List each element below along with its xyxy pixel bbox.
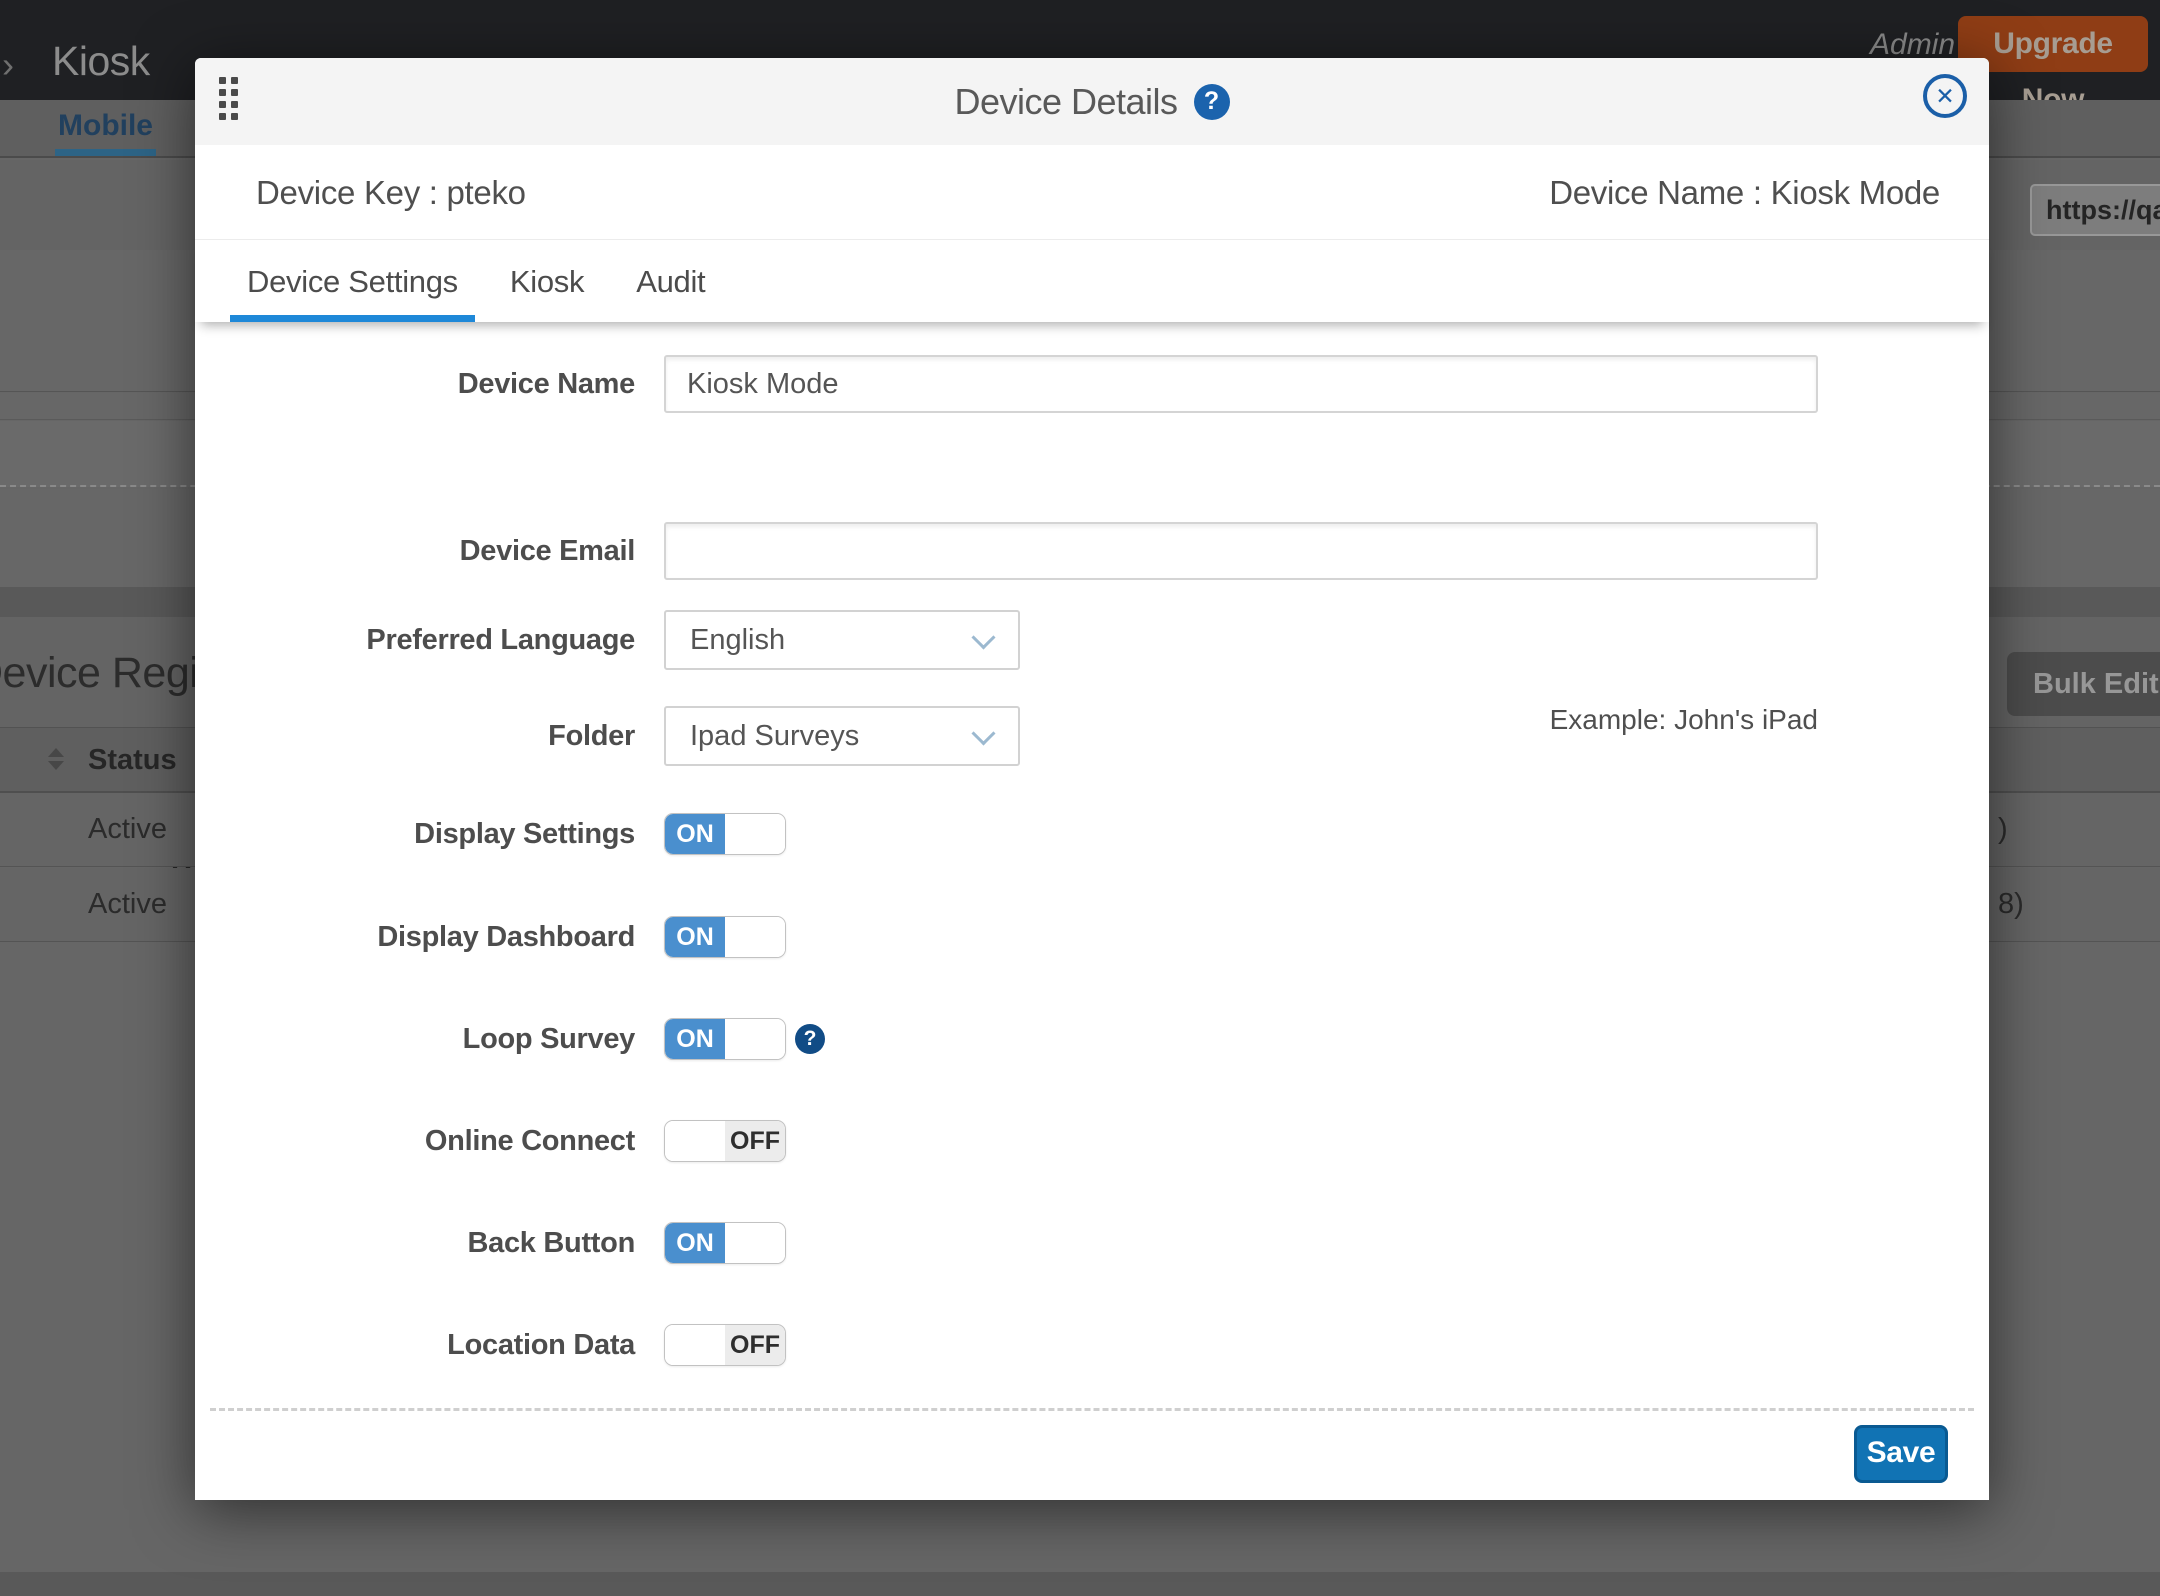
page-title: Kiosk: [52, 38, 150, 85]
device-details-modal: Device Details ? ✕ Device Key : pteko De…: [195, 58, 1989, 1500]
toggle-on-segment: ON: [665, 1019, 725, 1059]
toggle-off-segment: [725, 814, 785, 854]
close-icon[interactable]: ✕: [1923, 74, 1967, 118]
toggle-on-segment: [665, 1121, 725, 1161]
toggle-off-segment: [725, 917, 785, 957]
status-cell: Active: [88, 793, 167, 866]
toggle-on-segment: ON: [665, 814, 725, 854]
online-connect-toggle[interactable]: OFF: [664, 1120, 786, 1162]
loop-survey-help-icon[interactable]: ?: [795, 1024, 825, 1054]
toggle-off-segment: [725, 1223, 785, 1263]
clipped-cell-fragment: 8): [1998, 868, 2024, 941]
display-settings-toggle[interactable]: ON: [664, 813, 786, 855]
tab-audit[interactable]: Audit: [619, 240, 722, 322]
status-cell: Active: [88, 868, 167, 941]
bulk-edit-devices-button[interactable]: Bulk Edit Dev: [2007, 652, 2160, 716]
modal-tabs: Device Settings Kiosk Audit: [195, 240, 1989, 322]
save-button[interactable]: Save: [1854, 1425, 1948, 1483]
footer-strip: [0, 1572, 2160, 1596]
folder-label: Folder: [295, 706, 635, 766]
toggle-on-segment: ON: [665, 1223, 725, 1263]
tab-kiosk[interactable]: Kiosk: [493, 240, 601, 322]
preferred-language-label: Preferred Language: [295, 610, 635, 670]
location-data-toggle[interactable]: OFF: [664, 1324, 786, 1366]
toggle-on-segment: [665, 1325, 725, 1365]
device-name-text: Device Name : Kiosk Mode: [1549, 145, 1940, 240]
device-key-text: Device Key : pteko: [256, 145, 526, 240]
toggle-on-segment: ON: [665, 917, 725, 957]
kiosk-url-field[interactable]: [2030, 184, 2160, 236]
folder-select[interactable]: Ipad Surveys: [664, 706, 1020, 766]
toggle-off-segment: OFF: [725, 1121, 785, 1161]
display-dashboard-label: Display Dashboard: [295, 916, 635, 958]
online-connect-label: Online Connect: [295, 1120, 635, 1162]
display-settings-label: Display Settings: [295, 813, 635, 855]
tab-mobile[interactable]: Mobile: [55, 100, 156, 156]
device-name-input[interactable]: [664, 355, 1818, 413]
help-icon[interactable]: ?: [1194, 84, 1230, 120]
device-key-row: Device Key : pteko Device Name : Kiosk M…: [195, 145, 1989, 240]
loop-survey-toggle[interactable]: ON: [664, 1018, 786, 1060]
selected-folder: Ipad Surveys: [690, 708, 859, 764]
device-settings-form: Device Name Example: John's iPad Device …: [195, 322, 1989, 1500]
chevron-down-icon: [971, 625, 995, 649]
selected-language: English: [690, 612, 785, 668]
loop-survey-label: Loop Survey: [295, 1018, 635, 1060]
back-button-toggle[interactable]: ON: [664, 1222, 786, 1264]
device-email-label: Device Email: [295, 522, 635, 580]
status-column-header[interactable]: Status: [88, 728, 177, 792]
admin-menu[interactable]: Admin: [1870, 28, 1955, 62]
sort-icon[interactable]: [48, 748, 64, 770]
display-dashboard-toggle[interactable]: ON: [664, 916, 786, 958]
back-button-label: Back Button: [295, 1222, 635, 1264]
drag-handle-icon[interactable]: [219, 77, 238, 120]
footer-separator: [210, 1408, 1974, 1411]
device-name-label: Device Name: [295, 355, 635, 413]
modal-header: Device Details ? ✕: [195, 58, 1989, 145]
chevron-down-icon: [971, 721, 995, 745]
breadcrumb-chevron-icon: ›: [2, 44, 14, 86]
device-email-input[interactable]: [664, 522, 1818, 580]
toggle-off-segment: OFF: [725, 1325, 785, 1365]
preferred-language-select[interactable]: English: [664, 610, 1020, 670]
tab-device-settings[interactable]: Device Settings: [230, 240, 475, 322]
clipped-cell-fragment: ): [1998, 793, 2008, 866]
location-data-label: Location Data: [295, 1324, 635, 1366]
toggle-off-segment: [725, 1019, 785, 1059]
modal-title: Device Details: [954, 81, 1177, 123]
